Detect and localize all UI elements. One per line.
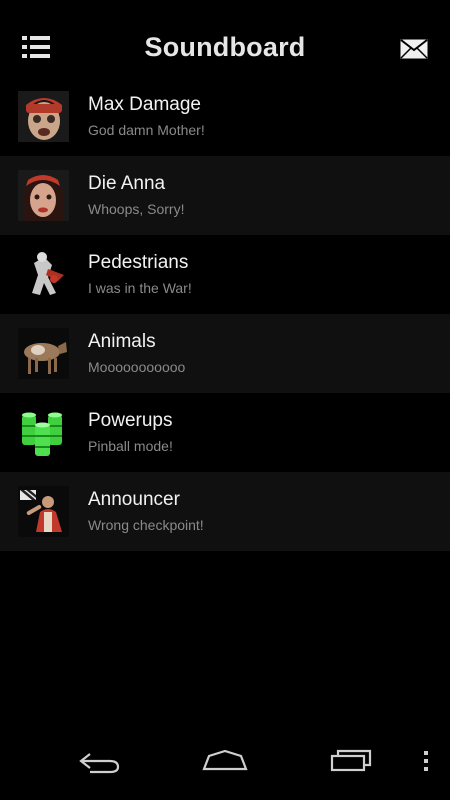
- barrels-thumbnail-icon: [18, 407, 69, 458]
- list-item-powerups[interactable]: Powerups Pinball mode!: [0, 393, 450, 472]
- item-subtitle: Wrong checkpoint!: [88, 517, 204, 533]
- list-item-max-damage[interactable]: Max Damage God damn Mother!: [0, 77, 450, 156]
- cow-thumbnail-icon: [18, 328, 69, 379]
- item-subtitle: Whoops, Sorry!: [88, 201, 185, 217]
- pedestrian-thumbnail-icon: [18, 249, 69, 300]
- item-title: Pedestrians: [88, 252, 189, 273]
- item-title: Animals: [88, 331, 156, 352]
- item-subtitle: Pinball mode!: [88, 438, 173, 454]
- item-subtitle: God damn Mother!: [88, 122, 205, 138]
- list-item-animals[interactable]: Animals Mooooooooooo: [0, 314, 450, 393]
- page-title: Soundboard: [144, 31, 306, 62]
- mail-envelope-icon[interactable]: [400, 39, 428, 59]
- menu-list-icon[interactable]: [22, 36, 50, 58]
- item-subtitle: I was in the War!: [88, 280, 192, 296]
- list-item-announcer[interactable]: Announcer Wrong checkpoint!: [0, 472, 450, 551]
- item-subtitle: Mooooooooooo: [88, 359, 186, 375]
- item-title: Die Anna: [88, 173, 166, 194]
- max-damage-avatar-icon: [18, 91, 69, 142]
- soundboard-screen: Soundboard Max Damage God damn Mother! D…: [0, 0, 450, 800]
- back-icon[interactable]: [78, 750, 122, 774]
- home-icon[interactable]: [201, 748, 249, 772]
- sound-category-list: Max Damage God damn Mother! Die Anna Who…: [0, 77, 450, 551]
- item-title: Max Damage: [88, 94, 201, 115]
- die-anna-avatar-icon: [18, 170, 69, 221]
- list-item-die-anna[interactable]: Die Anna Whoops, Sorry!: [0, 156, 450, 235]
- recent-apps-icon[interactable]: [328, 748, 374, 772]
- item-title: Announcer: [88, 489, 180, 510]
- announcer-thumbnail-icon: [18, 486, 69, 537]
- overflow-menu-icon[interactable]: [421, 750, 431, 774]
- item-title: Powerups: [88, 410, 173, 431]
- system-navigation-bar: [0, 744, 450, 800]
- list-item-pedestrians[interactable]: Pedestrians I was in the War!: [0, 235, 450, 314]
